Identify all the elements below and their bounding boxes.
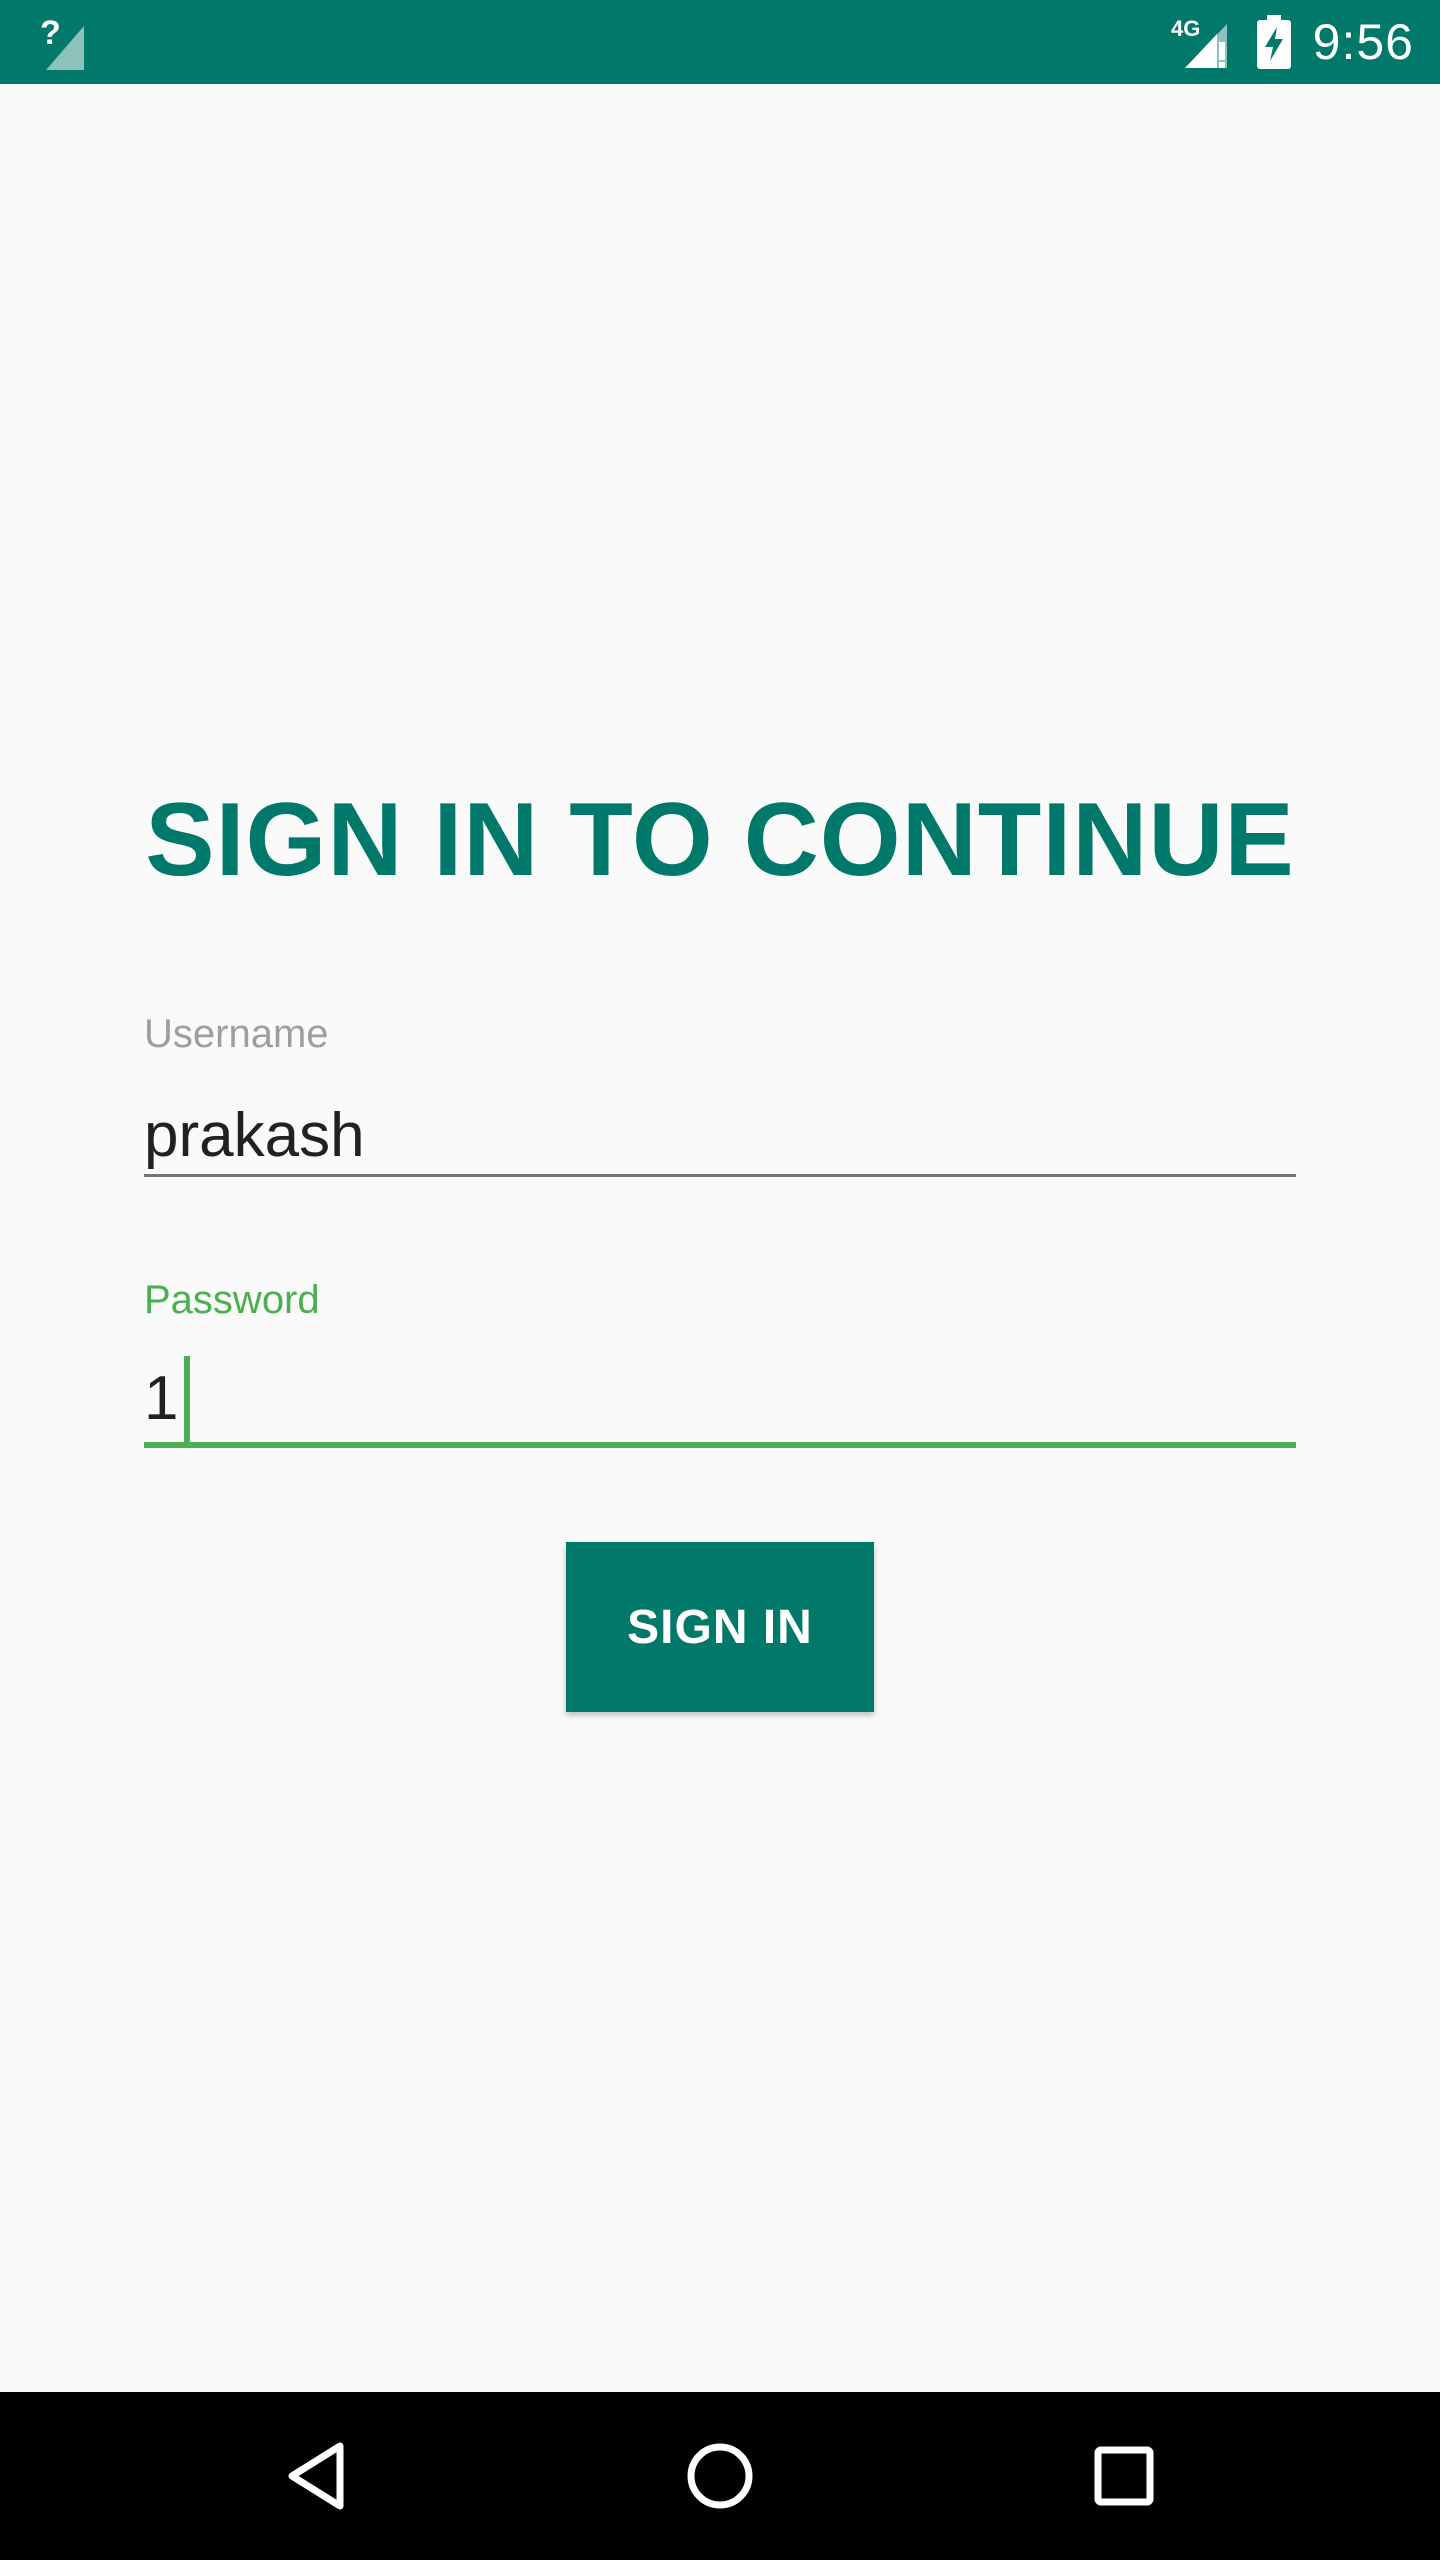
status-icons: 4G 9:56 <box>1171 0 1414 84</box>
recents-button[interactable] <box>1024 2392 1224 2560</box>
recents-icon <box>1094 2446 1154 2506</box>
username-label: Username <box>144 1012 329 1056</box>
signal-unknown-label: ? <box>40 14 61 52</box>
signal-unknown-icon: ? <box>40 14 90 70</box>
status-bar: ? 4G 9:56 <box>0 0 1440 84</box>
sign-in-button[interactable]: SIGN IN <box>566 1542 874 1712</box>
sign-in-screen: ? 4G 9:56 SIGN IN TO CONTINUE Username p… <box>0 0 1440 2560</box>
navigation-bar <box>0 2392 1440 2560</box>
home-button[interactable] <box>620 2392 820 2560</box>
username-value: prakash <box>144 1101 365 1170</box>
password-underline <box>144 1442 1296 1448</box>
battery-charging-icon <box>1256 15 1291 69</box>
password-field[interactable]: Password 1 <box>144 1276 1296 1452</box>
username-input[interactable]: prakash <box>144 1100 365 1172</box>
back-button[interactable] <box>216 2392 416 2560</box>
signal-4g-icon: 4G <box>1171 14 1235 70</box>
page-title: SIGN IN TO CONTINUE <box>145 782 1295 898</box>
back-icon <box>288 2442 344 2510</box>
username-underline <box>144 1174 1296 1177</box>
home-icon <box>687 2443 753 2509</box>
password-input[interactable]: 1 <box>144 1356 191 1442</box>
password-label: Password <box>144 1278 320 1322</box>
text-cursor <box>184 1356 191 1442</box>
status-time: 9:56 <box>1312 14 1414 70</box>
username-field[interactable]: Username prakash <box>144 1010 1296 1180</box>
password-value: 1 <box>144 1364 179 1433</box>
network-type-label: 4G <box>1171 16 1200 41</box>
